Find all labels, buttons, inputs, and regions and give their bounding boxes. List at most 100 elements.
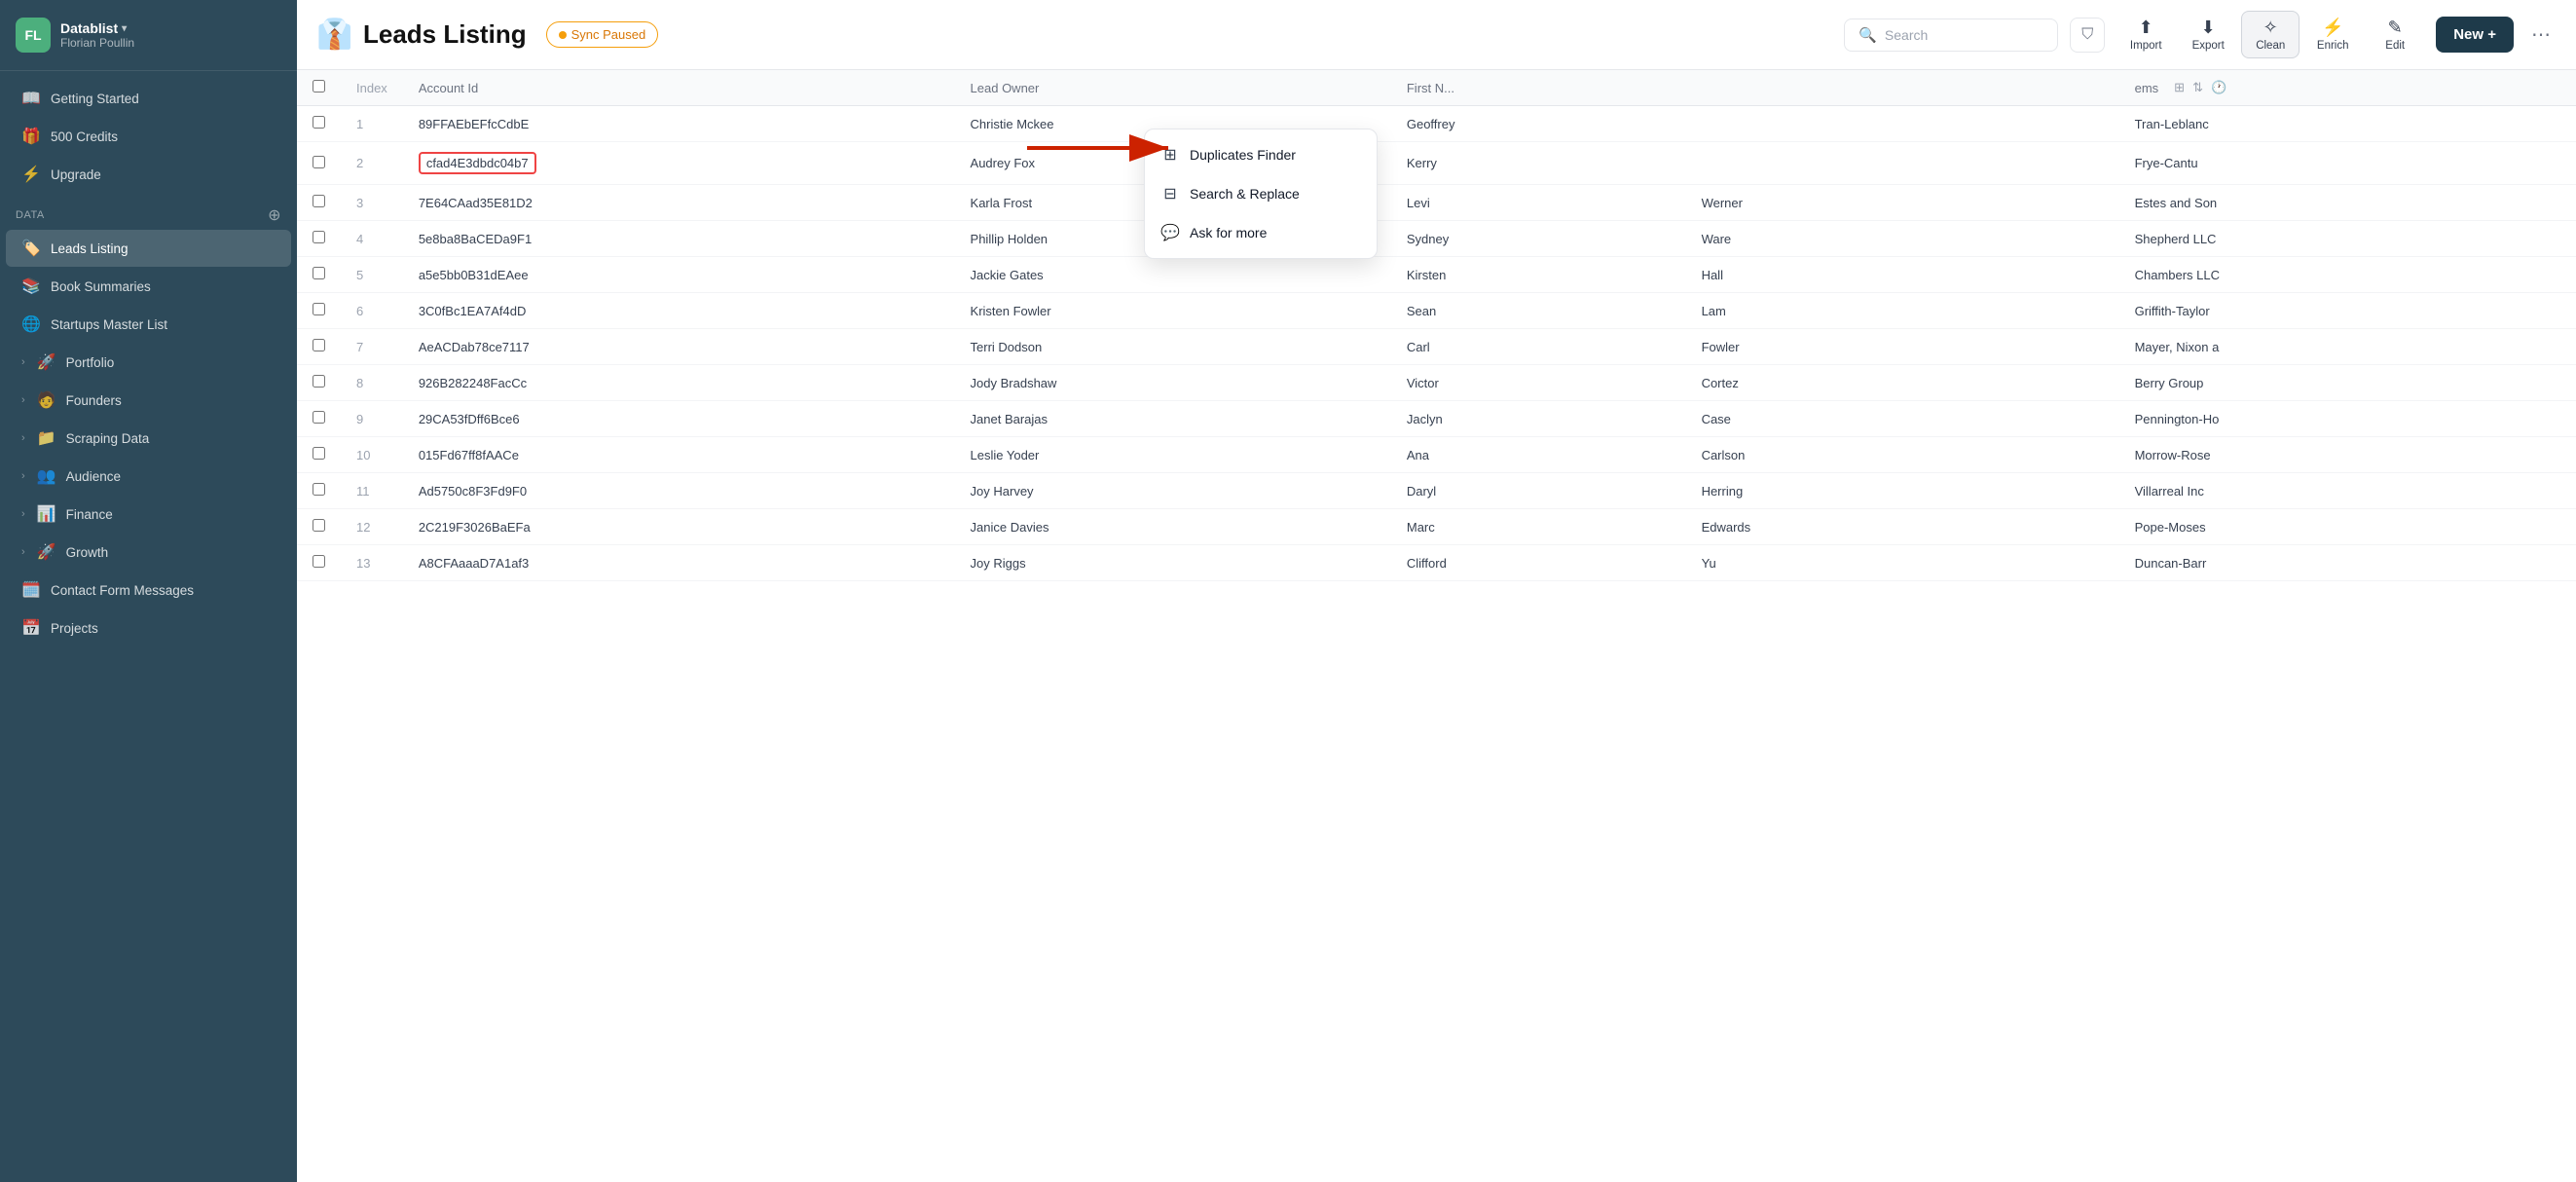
data-table: Index Account Id Lead Owner First N... e… (297, 70, 2576, 581)
sidebar-item-audience[interactable]: › 👥 Audience (6, 458, 291, 495)
sidebar-item-upgrade[interactable]: ⚡ Upgrade (6, 156, 291, 193)
add-section-button[interactable]: ⊕ (268, 205, 281, 225)
table-row[interactable]: 10 015Fd67ff8fAACe Leslie Yoder Ana Carl… (297, 437, 2576, 473)
sidebar-header[interactable]: FL Datablist ▾ Florian Poullin (0, 0, 297, 71)
table-row[interactable]: 5 a5e5bb0B31dEAee Jackie Gates Kirsten H… (297, 257, 2576, 293)
books-icon: 📚 (21, 277, 41, 296)
sidebar-item-credits[interactable]: 🎁 500 Credits (6, 118, 291, 155)
row-checkbox[interactable] (313, 375, 325, 388)
table-row[interactable]: 12 2C219F3026BaEFa Janice Davies Marc Ed… (297, 509, 2576, 545)
cell-index: 5 (341, 257, 403, 293)
row-checkbox-cell[interactable] (297, 437, 341, 473)
cell-account-id: cfad4E3dbdc04b7 (403, 142, 955, 185)
cell-first-name: Geoffrey (1391, 106, 1686, 142)
edit-button[interactable]: ✎ Edit (2366, 11, 2424, 58)
sidebar-item-growth[interactable]: › 🚀 Growth (6, 534, 291, 571)
sync-status-badge[interactable]: Sync Paused (546, 21, 659, 48)
avatar: FL (16, 18, 51, 53)
sidebar-item-startups-master[interactable]: 🌐 Startups Master List (6, 306, 291, 343)
duplicates-finder-item[interactable]: ⊞ Duplicates Finder (1145, 135, 1377, 174)
export-button[interactable]: ⬇ Export (2179, 11, 2237, 58)
row-checkbox[interactable] (313, 231, 325, 243)
table-row[interactable]: 2 cfad4E3dbdc04b7 Audrey Fox Kerry Frye-… (297, 142, 2576, 185)
row-checkbox-cell[interactable] (297, 257, 341, 293)
table-row[interactable]: 13 A8CFAaaaD7A1af3 Joy Riggs Clifford Yu… (297, 545, 2576, 581)
row-checkbox-cell[interactable] (297, 365, 341, 401)
toolbar-actions: ⬆ Import ⬇ Export ✧ Clean ⚡ Enrich ✎ Edi… (2116, 11, 2424, 58)
columns-icon[interactable]: ⊞ (2174, 80, 2185, 95)
ask-for-more-item[interactable]: 💬 Ask for more (1145, 213, 1377, 252)
sidebar-item-label: Growth (66, 545, 109, 560)
cell-last-name: Case (1686, 401, 2119, 437)
cell-lead-owner: Kristen Fowler (955, 293, 1391, 329)
calendar-icon: 🗓️ (21, 580, 41, 600)
sidebar-item-founders[interactable]: › 🧑 Founders (6, 382, 291, 419)
select-all-header[interactable] (297, 70, 341, 106)
row-checkbox[interactable] (313, 555, 325, 568)
table-row[interactable]: 9 29CA53fDff6Bce6 Janet Barajas Jaclyn C… (297, 401, 2576, 437)
row-checkbox[interactable] (313, 519, 325, 532)
table-row[interactable]: 3 7E64CAad35E81D2 Karla Frost Levi Werne… (297, 185, 2576, 221)
row-checkbox-cell[interactable] (297, 401, 341, 437)
history-icon[interactable]: 🕐 (2211, 80, 2226, 95)
table-row[interactable]: 11 Ad5750c8F3Fd9F0 Joy Harvey Daryl Herr… (297, 473, 2576, 509)
row-checkbox[interactable] (313, 411, 325, 424)
row-checkbox-cell[interactable] (297, 221, 341, 257)
th-items-label: ems (2135, 81, 2159, 95)
row-checkbox[interactable] (313, 116, 325, 129)
clean-dropdown-menu: ⊞ Duplicates Finder ⊟ Search & Replace 💬… (1144, 129, 1378, 259)
row-checkbox-cell[interactable] (297, 473, 341, 509)
sidebar-item-book-summaries[interactable]: 📚 Book Summaries (6, 268, 291, 305)
filter-button[interactable]: ⛉ (2070, 18, 2105, 53)
org-info: Datablist ▾ Florian Poullin (60, 20, 134, 50)
clean-button[interactable]: ✧ Clean (2241, 11, 2300, 58)
sidebar-item-projects[interactable]: 📅 Projects (6, 609, 291, 646)
sidebar-item-leads-listing[interactable]: 🏷️ Leads Listing (6, 230, 291, 267)
import-button[interactable]: ⬆ Import (2116, 11, 2175, 58)
enrich-button[interactable]: ⚡ Enrich (2303, 11, 2362, 58)
table-row[interactable]: 8 926B282248FacCc Jody Bradshaw Victor C… (297, 365, 2576, 401)
row-checkbox[interactable] (313, 303, 325, 315)
sidebar-item-portfolio[interactable]: › 🚀 Portfolio (6, 344, 291, 381)
sidebar-item-contact-form[interactable]: 🗓️ Contact Form Messages (6, 572, 291, 609)
search-box[interactable]: 🔍 Search (1844, 18, 2058, 52)
more-options-button[interactable]: ⋯ (2525, 19, 2557, 51)
row-checkbox-cell[interactable] (297, 142, 341, 185)
sidebar-item-label: 500 Credits (51, 129, 118, 144)
cell-index: 4 (341, 221, 403, 257)
table-row[interactable]: 7 AeACDab78ce7117 Terri Dodson Carl Fowl… (297, 329, 2576, 365)
row-checkbox[interactable] (313, 339, 325, 351)
table-row[interactable]: 6 3C0fBc1EA7Af4dD Kristen Fowler Sean La… (297, 293, 2576, 329)
table-row[interactable]: 4 5e8ba8BaCEDa9F1 Phillip Holden Sydney … (297, 221, 2576, 257)
row-checkbox-cell[interactable] (297, 293, 341, 329)
import-icon: ⬆ (2139, 18, 2153, 38)
search-icon: 🔍 (1858, 26, 1877, 44)
ask-for-more-label: Ask for more (1190, 225, 1267, 240)
sidebar-item-finance[interactable]: › 📊 Finance (6, 496, 291, 533)
row-checkbox-cell[interactable] (297, 106, 341, 142)
row-checkbox-cell[interactable] (297, 545, 341, 581)
row-checkbox[interactable] (313, 483, 325, 496)
search-replace-item[interactable]: ⊟ Search & Replace (1145, 174, 1377, 213)
cell-account-id: 7E64CAad35E81D2 (403, 185, 955, 221)
table-row[interactable]: 1 89FFAEbEFfcCdbE Christie Mckee Geoffre… (297, 106, 2576, 142)
sidebar-item-label: Leads Listing (51, 241, 129, 256)
gift-icon: 🎁 (21, 127, 41, 146)
expand-icon: › (21, 508, 25, 520)
sidebar-item-scraping-data[interactable]: › 📁 Scraping Data (6, 420, 291, 457)
sidebar-item-label: Getting Started (51, 92, 139, 106)
sidebar-item-getting-started[interactable]: 📖 Getting Started (6, 80, 291, 117)
sidebar-item-label: Projects (51, 621, 98, 636)
cell-company: Pope-Moses (2119, 509, 2576, 545)
row-checkbox[interactable] (313, 447, 325, 460)
select-all-checkbox[interactable] (313, 80, 325, 92)
row-checkbox-cell[interactable] (297, 329, 341, 365)
new-button[interactable]: New + (2436, 17, 2514, 53)
row-checkbox[interactable] (313, 156, 325, 168)
row-checkbox[interactable] (313, 195, 325, 207)
row-checkbox-cell[interactable] (297, 509, 341, 545)
sidebar-item-label: Upgrade (51, 167, 101, 182)
row-checkbox[interactable] (313, 267, 325, 279)
row-checkbox-cell[interactable] (297, 185, 341, 221)
sort-icon[interactable]: ⇅ (2192, 80, 2203, 95)
